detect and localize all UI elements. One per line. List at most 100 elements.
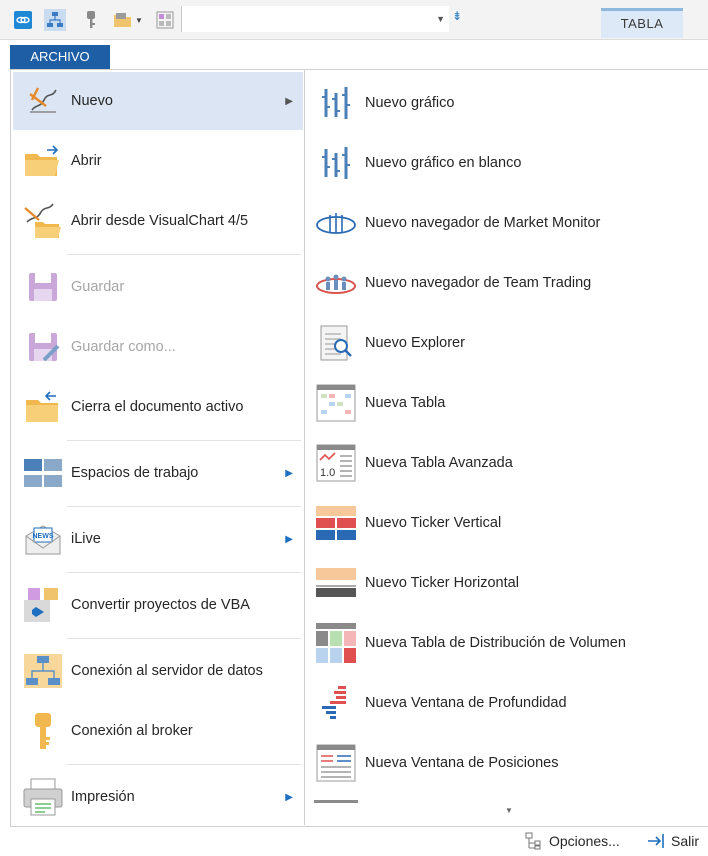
open-folder-icon[interactable]: ▼ [108, 9, 148, 31]
submenu-item-ticker-horizontal[interactable]: Nuevo Ticker Horizontal [308, 553, 708, 613]
workspaces-icon [21, 451, 65, 495]
chevron-right-icon: ▶ [285, 791, 293, 803]
workspace-icon[interactable] [154, 9, 176, 31]
menu-item-label: Conexión al servidor de datos [71, 663, 263, 679]
printer-icon [21, 775, 65, 819]
broker-key-icon [21, 709, 65, 753]
menu-item-abrir[interactable]: Abrir [13, 132, 303, 190]
menu-item-conexion-broker[interactable]: Conexión al broker [13, 702, 303, 760]
submenu-item-nuevo-grafico-blanco[interactable]: Nuevo gráfico en blanco [308, 133, 708, 193]
advanced-table-icon: 1.0 [314, 443, 358, 483]
options-label: Opciones... [549, 833, 620, 849]
menu-item-label: Guardar [71, 279, 125, 295]
submenu-item-explorer[interactable]: Nuevo Explorer [308, 313, 708, 373]
save-as-icon [21, 325, 65, 369]
convert-vba-icon [21, 583, 65, 627]
submenu-item-nuevo-grafico[interactable]: Nuevo gráfico [308, 73, 708, 133]
toolbar-combo[interactable]: ▼ [181, 6, 449, 32]
menu-item-label: Cierra el documento activo [71, 399, 244, 415]
horizontal-ticker-icon [314, 563, 358, 603]
submenu-item-label: Nuevo gráfico [365, 95, 455, 111]
quick-access-toolbar: ▼ ▼ ⇟ TABLA [0, 0, 708, 40]
menu-item-espacios-trabajo[interactable]: Espacios de trabajo ▶ [13, 444, 303, 502]
menu-separator [67, 764, 301, 765]
menu-item-label: Convertir proyectos de VBA [71, 597, 250, 613]
close-document-icon [21, 385, 65, 429]
server-connection-icon[interactable] [44, 9, 66, 31]
submenu-item-team-trading[interactable]: Nuevo navegador de Team Trading [308, 253, 708, 313]
open-visualchart-icon [21, 199, 65, 243]
volume-distribution-icon [314, 623, 358, 663]
svg-text:NEWS: NEWS [33, 533, 54, 540]
menu-separator [67, 254, 301, 255]
submenu-item-label: Nueva Ventana de Posiciones [365, 755, 559, 771]
menu-item-impresion[interactable]: Impresión ▶ [13, 768, 303, 826]
menu-item-ilive[interactable]: NEWS iLive ▶ [13, 510, 303, 568]
team-trading-icon [314, 263, 358, 303]
menu-item-label: Nuevo [71, 93, 113, 109]
submenu-item-label: Nueva Ventana de Profundidad [365, 695, 567, 711]
blank-chart-icon [314, 143, 358, 183]
positions-window-icon [314, 743, 358, 783]
options-icon [525, 832, 541, 850]
menu-item-label: Guardar como... [71, 339, 176, 355]
submenu-item-nueva-tabla[interactable]: Nueva Tabla [308, 373, 708, 433]
submenu-item-label: Nuevo Ticker Horizontal [365, 575, 519, 591]
menu-item-nuevo[interactable]: Nuevo ▶ [13, 72, 303, 130]
tab-tabla[interactable]: TABLA [601, 8, 683, 38]
market-monitor-icon [314, 203, 358, 243]
new-chart-icon [21, 79, 65, 123]
submenu-item-ventana-posiciones[interactable]: Nueva Ventana de Posiciones [308, 733, 708, 793]
tab-archivo[interactable]: ARCHIVO [10, 45, 110, 69]
submenu-item-label: Nuevo Ticker Vertical [365, 515, 502, 531]
news-icon: NEWS [21, 517, 65, 561]
submenu-item-tabla-avanzada[interactable]: 1.0 Nueva Tabla Avanzada [308, 433, 708, 493]
chevron-right-icon: ▶ [285, 533, 293, 545]
open-folder-icon [21, 139, 65, 183]
options-button[interactable]: Opciones... [525, 832, 620, 850]
submenu-item-label: Nueva Tabla de Distribución de Volumen [365, 635, 626, 651]
chevron-down-icon[interactable]: ▼ [436, 14, 445, 24]
submenu-item-label: Nuevo Explorer [365, 335, 465, 351]
chevron-right-icon: ▶ [285, 467, 293, 479]
backstage-footer: Opciones... Salir [10, 826, 708, 856]
menu-separator [67, 572, 301, 573]
explorer-icon [314, 323, 358, 363]
table-icon [314, 383, 358, 423]
vertical-ticker-icon [314, 503, 358, 543]
menu-item-guardar: Guardar [13, 258, 303, 316]
menu-item-label: iLive [71, 531, 101, 547]
exit-label: Salir [671, 833, 700, 849]
submenu-item-label: Nuevo gráfico en blanco [365, 155, 522, 171]
submenu-item-label: Nuevo navegador de Market Monitor [365, 215, 601, 231]
menu-item-guardar-como: Guardar como... [13, 318, 303, 376]
submenu-item-label: Nueva Tabla Avanzada [365, 455, 513, 471]
menu-separator [67, 506, 301, 507]
menu-item-label: Impresión [71, 789, 135, 805]
menu-item-label: Espacios de trabajo [71, 465, 199, 481]
submenu-item-ventana-profundidad[interactable]: Nueva Ventana de Profundidad [308, 673, 708, 733]
menu-separator [67, 440, 301, 441]
chevron-down-icon: ▼ [135, 15, 143, 25]
submenu-item-label: Nuevo navegador de Team Trading [365, 275, 592, 291]
chevron-right-icon: ▶ [285, 95, 293, 107]
customize-toolbar-icon[interactable]: ⇟ [452, 9, 462, 23]
submenu-item-distribucion-volumen[interactable]: Nueva Tabla de Distribución de Volumen [308, 613, 708, 673]
menu-item-convertir-vba[interactable]: Convertir proyectos de VBA [13, 576, 303, 634]
chart-icon [314, 83, 358, 123]
broker-key-icon[interactable] [80, 9, 102, 31]
menu-item-conexion-servidor[interactable]: Conexión al servidor de datos [13, 642, 303, 700]
menu-item-label: Conexión al broker [71, 723, 193, 739]
menu-separator [67, 638, 301, 639]
depth-window-icon [314, 683, 358, 723]
save-icon [21, 265, 65, 309]
submenu-panel-nuevo: Nuevo gráfico Nuevo gráfico en blanco Nu… [306, 70, 708, 815]
exit-icon [648, 834, 664, 848]
link-icon[interactable] [12, 9, 34, 31]
scroll-down-icon[interactable]: ▼ [505, 806, 513, 815]
menu-item-abrir-visualchart[interactable]: Abrir desde VisualChart 4/5 [13, 192, 303, 250]
menu-item-cierra-documento[interactable]: Cierra el documento activo [13, 378, 303, 436]
submenu-item-market-monitor[interactable]: Nuevo navegador de Market Monitor [308, 193, 708, 253]
exit-button[interactable]: Salir [647, 832, 699, 850]
submenu-item-ticker-vertical[interactable]: Nuevo Ticker Vertical [308, 493, 708, 553]
